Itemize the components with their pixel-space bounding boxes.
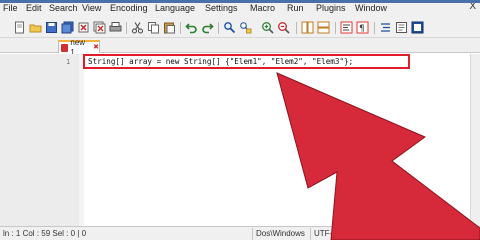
svg-text:¶: ¶ — [359, 24, 365, 34]
status-bar: ln : 1 Col : 59 Sel : 0 | 0 Dos\Windows … — [0, 226, 480, 240]
menu-search[interactable]: Search — [49, 1, 78, 15]
tab-new-1[interactable]: new 1 ✖ — [58, 38, 100, 57]
open-file-icon[interactable] — [28, 20, 43, 35]
toolbar-separator — [374, 22, 375, 34]
print-icon[interactable] — [108, 20, 123, 35]
toolbar-separator — [335, 22, 336, 34]
notepad-window: File Edit Search View Encoding Language … — [0, 0, 480, 240]
line-number-gutter: 1 — [0, 54, 80, 226]
menu-encoding[interactable]: Encoding — [110, 1, 148, 15]
toolbar-separator — [180, 22, 181, 34]
toolbar-separator — [126, 22, 127, 34]
vertical-scrollbar[interactable] — [470, 54, 480, 226]
toolbar-separator — [218, 22, 219, 34]
all-chars-icon[interactable]: ¶ — [355, 20, 370, 35]
close-all-icon[interactable] — [92, 20, 107, 35]
menu-macro[interactable]: Macro — [250, 1, 275, 15]
title-bar-edge — [0, 0, 480, 3]
menu-window[interactable]: Window — [355, 1, 387, 15]
editor-area[interactable]: 1 String[] array = new String[] {"Elem1"… — [0, 54, 480, 226]
toolbar: ¶ — [0, 19, 480, 38]
zoom-out-icon[interactable] — [276, 20, 291, 35]
copy-icon[interactable] — [146, 20, 161, 35]
cut-icon[interactable] — [130, 20, 145, 35]
replace-icon[interactable] — [238, 20, 253, 35]
status-eol: Dos\Windows — [252, 228, 305, 240]
menu-edit[interactable]: Edit — [26, 1, 42, 15]
tab-close-icon[interactable]: ✖ — [93, 44, 99, 52]
zoom-in-icon[interactable] — [260, 20, 275, 35]
redo-icon[interactable] — [200, 20, 215, 35]
unsaved-file-icon — [61, 43, 69, 52]
status-encoding: UTF-8 — [310, 228, 337, 240]
sync-h-icon[interactable] — [316, 20, 331, 35]
toolbar-separator — [296, 22, 297, 34]
status-mode: INS — [392, 228, 409, 240]
menu-plugins[interactable]: Plugins — [316, 1, 346, 15]
menu-run[interactable]: Run — [287, 1, 304, 15]
undo-icon[interactable] — [184, 20, 199, 35]
save-icon[interactable] — [44, 20, 59, 35]
menu-language[interactable]: Language — [155, 1, 195, 15]
line-number: 1 — [66, 58, 71, 66]
lang-icon[interactable] — [394, 20, 409, 35]
doc-map-icon[interactable] — [410, 20, 425, 35]
status-position: ln : 1 Col : 59 Sel : 0 | 0 — [3, 229, 87, 238]
menu-view[interactable]: View — [82, 1, 101, 15]
tab-bar: new 1 ✖ — [0, 38, 480, 57]
paste-icon[interactable] — [162, 20, 177, 35]
wrap-icon[interactable] — [339, 20, 354, 35]
save-all-icon[interactable] — [60, 20, 75, 35]
find-icon[interactable] — [222, 20, 237, 35]
new-file-icon[interactable] — [12, 20, 27, 35]
fold-margin — [79, 54, 84, 226]
close-icon[interactable] — [76, 20, 91, 35]
sync-v-icon[interactable] — [300, 20, 315, 35]
indent-guide-icon[interactable] — [378, 20, 393, 35]
code-line[interactable]: String[] array = new String[] {"Elem1", … — [88, 57, 353, 66]
menu-settings[interactable]: Settings — [205, 1, 238, 15]
menu-file[interactable]: File — [3, 1, 18, 15]
